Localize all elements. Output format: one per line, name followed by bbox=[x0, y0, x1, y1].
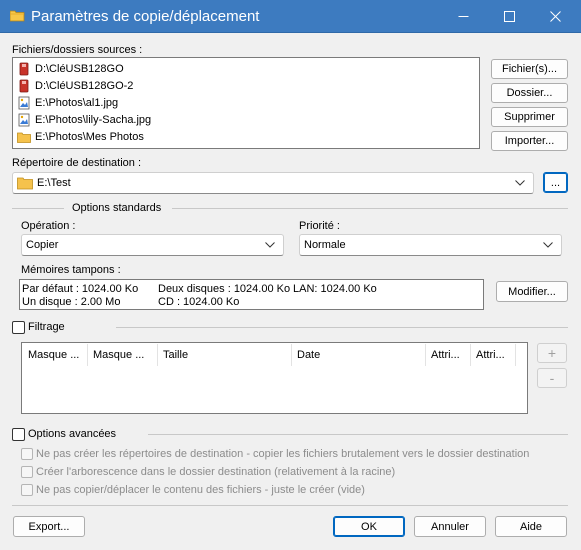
cancel-button[interactable]: Annuler bbox=[414, 516, 486, 537]
browse-button[interactable]: ... bbox=[543, 172, 568, 193]
divider bbox=[12, 505, 568, 506]
column-header[interactable]: Attri... bbox=[471, 344, 516, 366]
column-header[interactable]: Masque ... bbox=[23, 344, 88, 366]
list-item[interactable]: E:\Photos\al1.jpg bbox=[17, 94, 118, 111]
window-title: Paramètres de copie/déplacement bbox=[31, 8, 260, 25]
help-button[interactable]: Aide bbox=[495, 516, 567, 537]
divider bbox=[116, 327, 568, 328]
buffer-lan: LAN: 1024.00 Ko bbox=[293, 283, 377, 295]
chevron-down-icon bbox=[543, 242, 553, 248]
folder-icon bbox=[17, 132, 31, 143]
divider bbox=[172, 208, 568, 209]
empty-files-checkbox[interactable] bbox=[21, 484, 33, 496]
ok-button[interactable]: OK bbox=[333, 516, 405, 537]
tree-label: Créer l'arborescence dans le dossier des… bbox=[36, 466, 396, 478]
maximize-button[interactable] bbox=[486, 0, 532, 33]
folder-icon bbox=[10, 10, 25, 22]
close-icon bbox=[549, 11, 561, 22]
modify-button[interactable]: Modifier... bbox=[496, 281, 568, 302]
no-dir-label: Ne pas créer les répertoires de destinat… bbox=[36, 448, 530, 460]
image-file-icon bbox=[18, 113, 30, 126]
destination-label: Répertoire de destination : bbox=[12, 157, 142, 169]
buffer-one-disk: Un disque : 2.00 Mo bbox=[22, 296, 121, 308]
sources-list[interactable]: D:\CléUSB128GO D:\CléUSB128GO-2 E:\Photo… bbox=[12, 57, 480, 149]
delete-button[interactable]: Supprimer bbox=[491, 107, 568, 127]
source-path: D:\CléUSB128GO bbox=[35, 62, 124, 75]
minimize-button[interactable] bbox=[440, 0, 486, 33]
buffer-cd: CD : 1024.00 Ko bbox=[158, 296, 240, 308]
title-bar: Paramètres de copie/déplacement bbox=[0, 0, 581, 33]
filtering-checkbox[interactable] bbox=[12, 321, 25, 334]
list-item[interactable]: E:\Photos\Mes Photos bbox=[17, 128, 144, 145]
buffer-two-disks: Deux disques : 1024.00 Ko bbox=[158, 283, 291, 295]
add-folder-button[interactable]: Dossier... bbox=[491, 83, 568, 103]
column-header[interactable]: Date bbox=[292, 344, 426, 366]
list-item[interactable]: D:\CléUSB128GO-2 bbox=[17, 77, 133, 94]
close-button[interactable] bbox=[532, 0, 578, 33]
source-path: E:\Photos\Mes Photos bbox=[35, 130, 144, 143]
source-path: E:\Photos\lily-Sacha.jpg bbox=[35, 113, 152, 126]
sources-label: Fichiers/dossiers sources : bbox=[12, 44, 143, 56]
advanced-options-label: Options avancées bbox=[28, 428, 117, 440]
chevron-down-icon bbox=[265, 242, 275, 248]
priority-value: Normale bbox=[304, 239, 346, 251]
advanced-options-checkbox[interactable] bbox=[12, 428, 25, 441]
remove-filter-button[interactable]: - bbox=[537, 368, 567, 388]
minimize-icon bbox=[458, 16, 468, 17]
column-header[interactable]: Taille bbox=[158, 344, 292, 366]
operation-value: Copier bbox=[26, 239, 59, 251]
drive-icon bbox=[19, 62, 29, 75]
list-item[interactable]: E:\Photos\lily-Sacha.jpg bbox=[17, 111, 151, 128]
filtering-label: Filtrage bbox=[28, 321, 65, 333]
filter-table[interactable]: Masque ... Masque ... Taille Date Attri.… bbox=[21, 342, 528, 414]
source-path: E:\Photos\al1.jpg bbox=[35, 96, 119, 109]
add-files-button[interactable]: Fichier(s)... bbox=[491, 59, 568, 79]
buffers-label: Mémoires tampons : bbox=[21, 264, 121, 276]
priority-label: Priorité : bbox=[299, 220, 340, 232]
maximize-icon bbox=[503, 11, 515, 22]
divider bbox=[148, 434, 568, 435]
add-filter-button[interactable]: + bbox=[537, 343, 567, 363]
list-item[interactable]: D:\CléUSB128GO bbox=[17, 60, 124, 77]
drive-icon bbox=[19, 79, 29, 92]
empty-files-label: Ne pas copier/déplacer le contenu des fi… bbox=[36, 484, 365, 496]
operation-label: Opération : bbox=[21, 220, 76, 232]
buffers-box: Par défaut : 1024.00 Ko Deux disques : 1… bbox=[19, 279, 484, 310]
folder-icon bbox=[17, 177, 33, 190]
no-dir-checkbox[interactable] bbox=[21, 448, 33, 460]
image-file-icon bbox=[18, 96, 30, 109]
operation-select[interactable]: Copier bbox=[21, 234, 284, 256]
column-header[interactable]: Attri... bbox=[426, 344, 471, 366]
standard-options-label: Options standards bbox=[72, 202, 162, 214]
source-path: D:\CléUSB128GO-2 bbox=[35, 79, 134, 92]
export-button[interactable]: Export... bbox=[13, 516, 85, 537]
divider bbox=[12, 208, 64, 209]
buffer-default: Par défaut : 1024.00 Ko bbox=[22, 283, 139, 295]
chevron-down-icon bbox=[515, 180, 525, 186]
destination-value: E:\Test bbox=[37, 177, 71, 189]
column-header[interactable]: Masque ... bbox=[88, 344, 158, 366]
priority-select[interactable]: Normale bbox=[299, 234, 562, 256]
import-button[interactable]: Importer... bbox=[491, 131, 568, 151]
tree-checkbox[interactable] bbox=[21, 466, 33, 478]
destination-combo[interactable]: E:\Test bbox=[12, 172, 534, 194]
